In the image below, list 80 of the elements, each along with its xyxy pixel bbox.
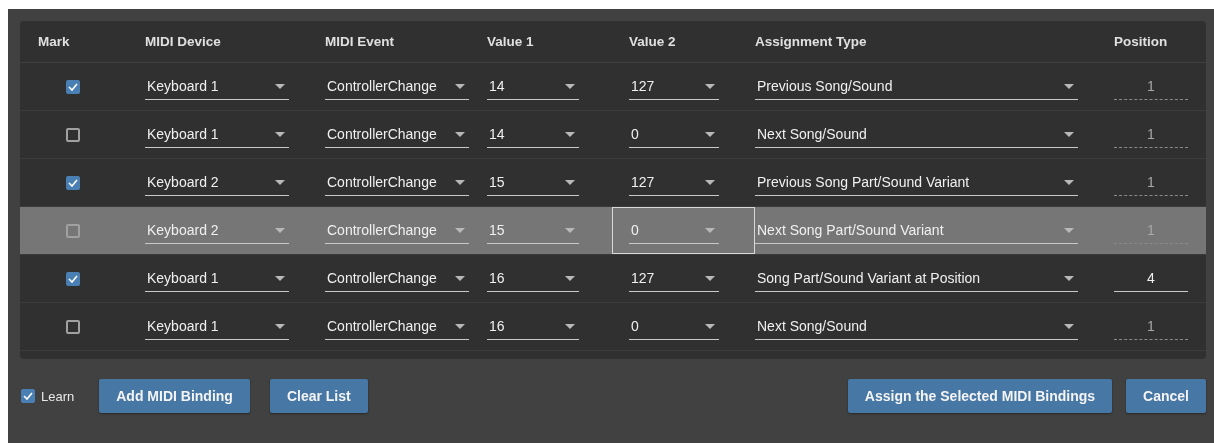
event-dropdown[interactable]: ControllerChange (325, 313, 469, 340)
caret-icon (705, 131, 715, 137)
device-dropdown[interactable]: Keyboard 1 (145, 265, 289, 292)
caret-icon (275, 227, 285, 233)
footer-button[interactable]: Add MIDI Binding (99, 379, 250, 413)
caret-icon (275, 131, 285, 137)
caret-icon (705, 275, 715, 281)
value-dropdown[interactable]: 127 (629, 265, 719, 292)
caret-icon (455, 323, 465, 329)
assignment-dropdown[interactable]: Song Part/Sound Variant at Position (755, 265, 1078, 292)
caret-icon (1064, 227, 1074, 233)
value-dropdown[interactable]: 14 (487, 73, 579, 100)
value-dropdown[interactable]: 0 (629, 121, 719, 148)
caret-icon (455, 131, 465, 137)
caret-icon (705, 83, 715, 89)
mark-checkbox[interactable] (66, 79, 80, 94)
mark-checkbox[interactable] (66, 319, 80, 334)
caret-icon (565, 83, 575, 89)
event-dropdown[interactable]: ControllerChange (325, 217, 469, 244)
caret-icon (565, 227, 575, 233)
caret-icon (705, 323, 715, 329)
caret-icon (455, 179, 465, 185)
caret-icon (565, 131, 575, 137)
device-dropdown[interactable]: Keyboard 2 (145, 217, 289, 244)
caret-icon (1064, 275, 1074, 281)
device-dropdown[interactable]: Keyboard 1 (145, 121, 289, 148)
caret-icon (1064, 323, 1074, 329)
caret-icon (565, 323, 575, 329)
value-dropdown[interactable]: 16 (487, 265, 579, 292)
column-header: Value 1 (487, 34, 535, 49)
caret-icon (275, 179, 285, 185)
value-dropdown[interactable]: 14 (487, 121, 579, 148)
assignment-dropdown[interactable]: Next Song/Sound (755, 313, 1078, 340)
caret-icon (275, 323, 285, 329)
assignment-dropdown[interactable]: Next Song Part/Sound Variant (755, 217, 1078, 244)
column-header: Value 2 (628, 34, 677, 49)
column-header: Mark (37, 34, 71, 49)
caret-icon (455, 275, 465, 281)
device-dropdown[interactable]: Keyboard 1 (145, 73, 289, 100)
caret-icon (565, 179, 575, 185)
mark-checkbox[interactable] (66, 271, 80, 286)
event-dropdown[interactable]: ControllerChange (325, 169, 469, 196)
footer-button[interactable]: Cancel (1126, 379, 1206, 413)
column-header: MIDI Device (145, 34, 222, 49)
learn-checkbox[interactable] (21, 389, 35, 403)
device-dropdown[interactable]: Keyboard 1 (145, 313, 289, 340)
value-dropdown[interactable]: 15 (487, 217, 579, 244)
position-field[interactable]: 4 (1114, 265, 1188, 292)
caret-icon (705, 179, 715, 185)
event-dropdown[interactable]: ControllerChange (325, 73, 469, 100)
column-header: Position (1114, 34, 1169, 49)
value-dropdown[interactable]: 127 (629, 169, 719, 196)
footer-button[interactable]: Assign the Selected MIDI Bindings (847, 379, 1113, 413)
caret-icon (565, 275, 575, 281)
caret-icon (1064, 131, 1074, 137)
mark-checkbox[interactable] (66, 175, 80, 190)
column-header: MIDI Event (325, 34, 395, 49)
caret-icon (275, 83, 285, 89)
mark-checkbox[interactable] (66, 127, 80, 142)
caret-icon (455, 83, 465, 89)
footer-button[interactable]: Clear List (269, 379, 368, 413)
device-dropdown[interactable]: Keyboard 2 (145, 169, 289, 196)
value-dropdown[interactable]: 16 (487, 313, 579, 340)
value-dropdown[interactable]: 127 (629, 73, 719, 100)
caret-icon (455, 227, 465, 233)
caret-icon (705, 227, 715, 233)
caret-icon (1064, 83, 1074, 89)
caret-icon (1064, 179, 1074, 185)
caret-icon (275, 275, 285, 281)
value-dropdown[interactable]: 0 (629, 313, 719, 340)
learn-label: Learn (41, 388, 75, 404)
mark-checkbox[interactable] (66, 223, 80, 238)
event-dropdown[interactable]: ControllerChange (325, 121, 469, 148)
assignment-dropdown[interactable]: Previous Song/Sound (755, 73, 1078, 100)
value-dropdown[interactable]: 15 (487, 169, 579, 196)
assignment-dropdown[interactable]: Previous Song Part/Sound Variant (755, 169, 1078, 196)
table-row[interactable]: Keyboard 1 ControllerChange 16 127 Song Part/Sound Variant at Position 4 (20, 255, 1206, 303)
assignment-dropdown[interactable]: Next Song/Sound (755, 121, 1078, 148)
event-dropdown[interactable]: ControllerChange (325, 265, 469, 292)
column-header: Assignment Type (755, 34, 868, 49)
